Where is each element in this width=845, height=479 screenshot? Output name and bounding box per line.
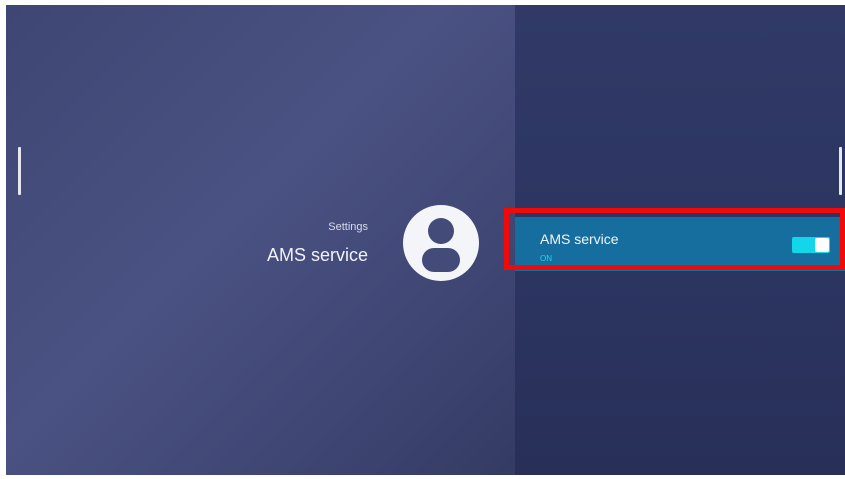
toggle-knob bbox=[815, 238, 829, 252]
setting-status: ON bbox=[540, 254, 552, 263]
right-edge-indicator bbox=[839, 147, 842, 195]
tv-settings-screen: Settings AMS service AMS service ON bbox=[6, 5, 845, 475]
breadcrumb: Settings bbox=[328, 221, 368, 233]
ams-service-setting-row[interactable]: AMS service ON bbox=[515, 217, 845, 271]
left-edge-indicator bbox=[18, 147, 21, 195]
ams-service-toggle[interactable] bbox=[792, 237, 830, 253]
setting-label: AMS service bbox=[540, 231, 619, 247]
page-title: AMS service bbox=[266, 245, 368, 265]
person-icon bbox=[403, 205, 479, 281]
